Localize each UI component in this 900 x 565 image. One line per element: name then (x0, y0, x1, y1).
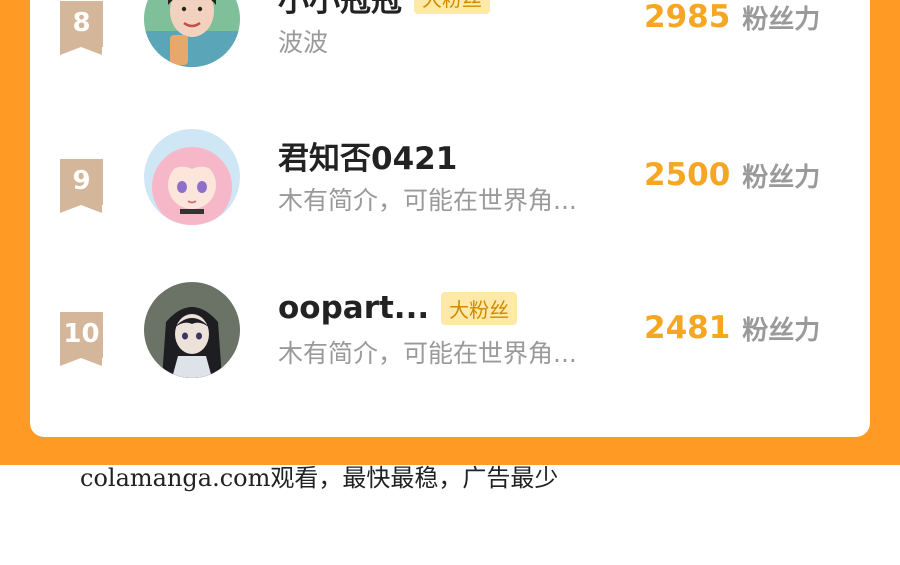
fan-ranking-card: 8 小小冠冠 大粉丝 波波 2985 粉丝力 9 (30, 0, 870, 437)
fan-score: 2500 (644, 157, 731, 193)
fan-badge: 大粉丝 (441, 291, 518, 325)
ranking-row[interactable]: 8 小小冠冠 大粉丝 波波 2985 粉丝力 (30, 0, 870, 139)
rank-badge: 8 (60, 1, 103, 55)
score-unit: 粉丝力 (742, 4, 821, 35)
rank-badge: 9 (60, 159, 103, 213)
user-name[interactable]: 君知否0421 (278, 133, 457, 178)
fan-score: 2985 (644, 0, 731, 35)
fan-score: 2481 (644, 310, 731, 346)
avatar[interactable] (144, 129, 240, 225)
score-unit: 粉丝力 (742, 315, 821, 346)
user-description: 波波 (278, 28, 329, 57)
ranking-row[interactable]: 10 oopart... 大粉丝 木有简介，可能在世界角... 2481 粉丝力 (30, 282, 870, 450)
user-description: 木有简介，可能在世界角... (278, 186, 577, 215)
anime-dark-hair-avatar-icon (144, 282, 240, 378)
avatar[interactable] (144, 0, 240, 67)
anime-pink-hair-avatar-icon (144, 129, 240, 225)
avatar[interactable] (144, 282, 240, 378)
photo-avatar-icon (144, 0, 240, 67)
user-description: 木有简介，可能在世界角... (278, 339, 577, 368)
score-unit: 粉丝力 (742, 162, 821, 193)
user-name[interactable]: oopart... (278, 290, 429, 326)
ranking-row[interactable]: 9 君知否0421 木有简介，可能在世界角... 2500 粉丝力 (30, 129, 870, 297)
rank-badge: 10 (60, 312, 103, 366)
user-name[interactable]: 小小冠冠 (278, 0, 402, 20)
site-watermark-text: colamanga.com观看，最快最稳，广告最少 (80, 464, 559, 492)
fan-badge: 大粉丝 (414, 0, 490, 14)
